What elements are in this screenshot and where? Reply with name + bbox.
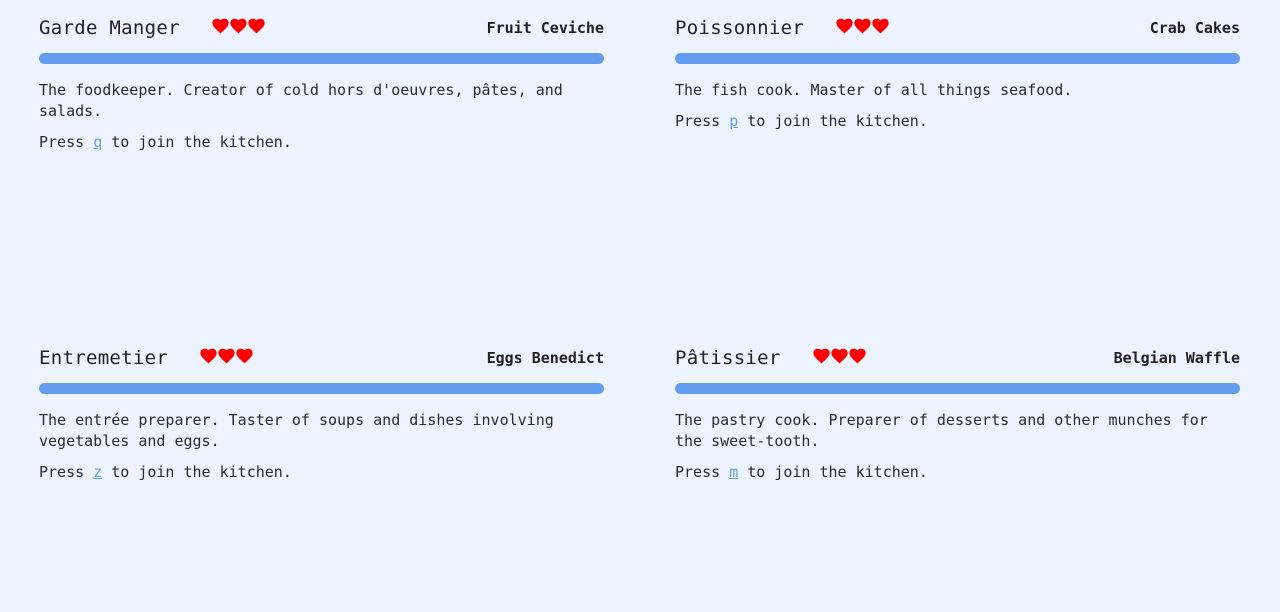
- heart-icon: [831, 348, 848, 364]
- progress-bar: [39, 53, 604, 64]
- dish-name: Belgian Waffle: [1113, 349, 1240, 367]
- dish-name: Crab Cakes: [1149, 19, 1240, 37]
- kitchen-stations-grid: Garde Manger Fruit Ceviche The foodkeepe…: [39, 12, 1240, 612]
- station-description: The foodkeeper. Creator of cold hors d'o…: [39, 81, 563, 120]
- station-description: The pastry cook. Preparer of desserts an…: [675, 411, 1208, 450]
- station-card-poissonnier: Poissonnier Crab Cakes The fish cook. Ma…: [675, 12, 1240, 342]
- heart-icon: [230, 18, 247, 34]
- press-suffix: to join the kitchen.: [747, 112, 928, 130]
- press-prefix: Press: [675, 463, 721, 481]
- heart-icon: [218, 348, 235, 364]
- lives-hearts: [200, 348, 253, 364]
- station-header: Poissonnier Crab Cakes: [675, 12, 1240, 44]
- station-card-patissier: Pâtissier Belgian Waffle The pastry cook…: [675, 342, 1240, 612]
- station-description: The entrée preparer. Taster of soups and…: [39, 411, 554, 450]
- press-prefix: Press: [675, 112, 721, 130]
- lives-hearts: [813, 348, 866, 364]
- heart-icon: [872, 18, 889, 34]
- join-key-link[interactable]: z: [93, 463, 102, 481]
- station-header: Garde Manger Fruit Ceviche: [39, 12, 604, 44]
- dish-name: Eggs Benedict: [486, 349, 604, 367]
- progress-bar: [675, 53, 1240, 64]
- join-key-link[interactable]: m: [729, 463, 738, 481]
- station-title: Pâtissier: [675, 347, 781, 369]
- join-key-link[interactable]: p: [729, 112, 738, 130]
- heart-icon: [236, 348, 253, 364]
- join-instruction: Press z to join the kitchen.: [39, 462, 604, 483]
- dish-name: Fruit Ceviche: [486, 19, 604, 37]
- heart-icon: [849, 348, 866, 364]
- lives-hearts: [836, 18, 889, 34]
- heart-icon: [854, 18, 871, 34]
- station-header: Pâtissier Belgian Waffle: [675, 342, 1240, 374]
- station-title: Poissonnier: [675, 17, 805, 39]
- progress-bar: [675, 383, 1240, 394]
- station-description: The fish cook. Master of all things seaf…: [675, 81, 1073, 99]
- station-header: Entremetier Eggs Benedict: [39, 342, 604, 374]
- press-prefix: Press: [39, 463, 85, 481]
- press-prefix: Press: [39, 133, 85, 151]
- station-card-entremetier: Entremetier Eggs Benedict The entrée pre…: [39, 342, 604, 612]
- heart-icon: [212, 18, 229, 34]
- heart-icon: [836, 18, 853, 34]
- press-suffix: to join the kitchen.: [747, 463, 928, 481]
- join-instruction: Press m to join the kitchen.: [675, 462, 1240, 483]
- station-card-garde-manger: Garde Manger Fruit Ceviche The foodkeepe…: [39, 12, 604, 342]
- join-instruction: Press q to join the kitchen.: [39, 132, 604, 153]
- heart-icon: [813, 348, 830, 364]
- station-title: Entremetier: [39, 347, 169, 369]
- heart-icon: [200, 348, 217, 364]
- join-key-link[interactable]: q: [93, 133, 102, 151]
- heart-icon: [248, 18, 265, 34]
- join-instruction: Press p to join the kitchen.: [675, 111, 1240, 132]
- press-suffix: to join the kitchen.: [111, 463, 292, 481]
- press-suffix: to join the kitchen.: [111, 133, 292, 151]
- lives-hearts: [212, 18, 265, 34]
- station-title: Garde Manger: [39, 17, 180, 39]
- progress-bar: [39, 383, 604, 394]
